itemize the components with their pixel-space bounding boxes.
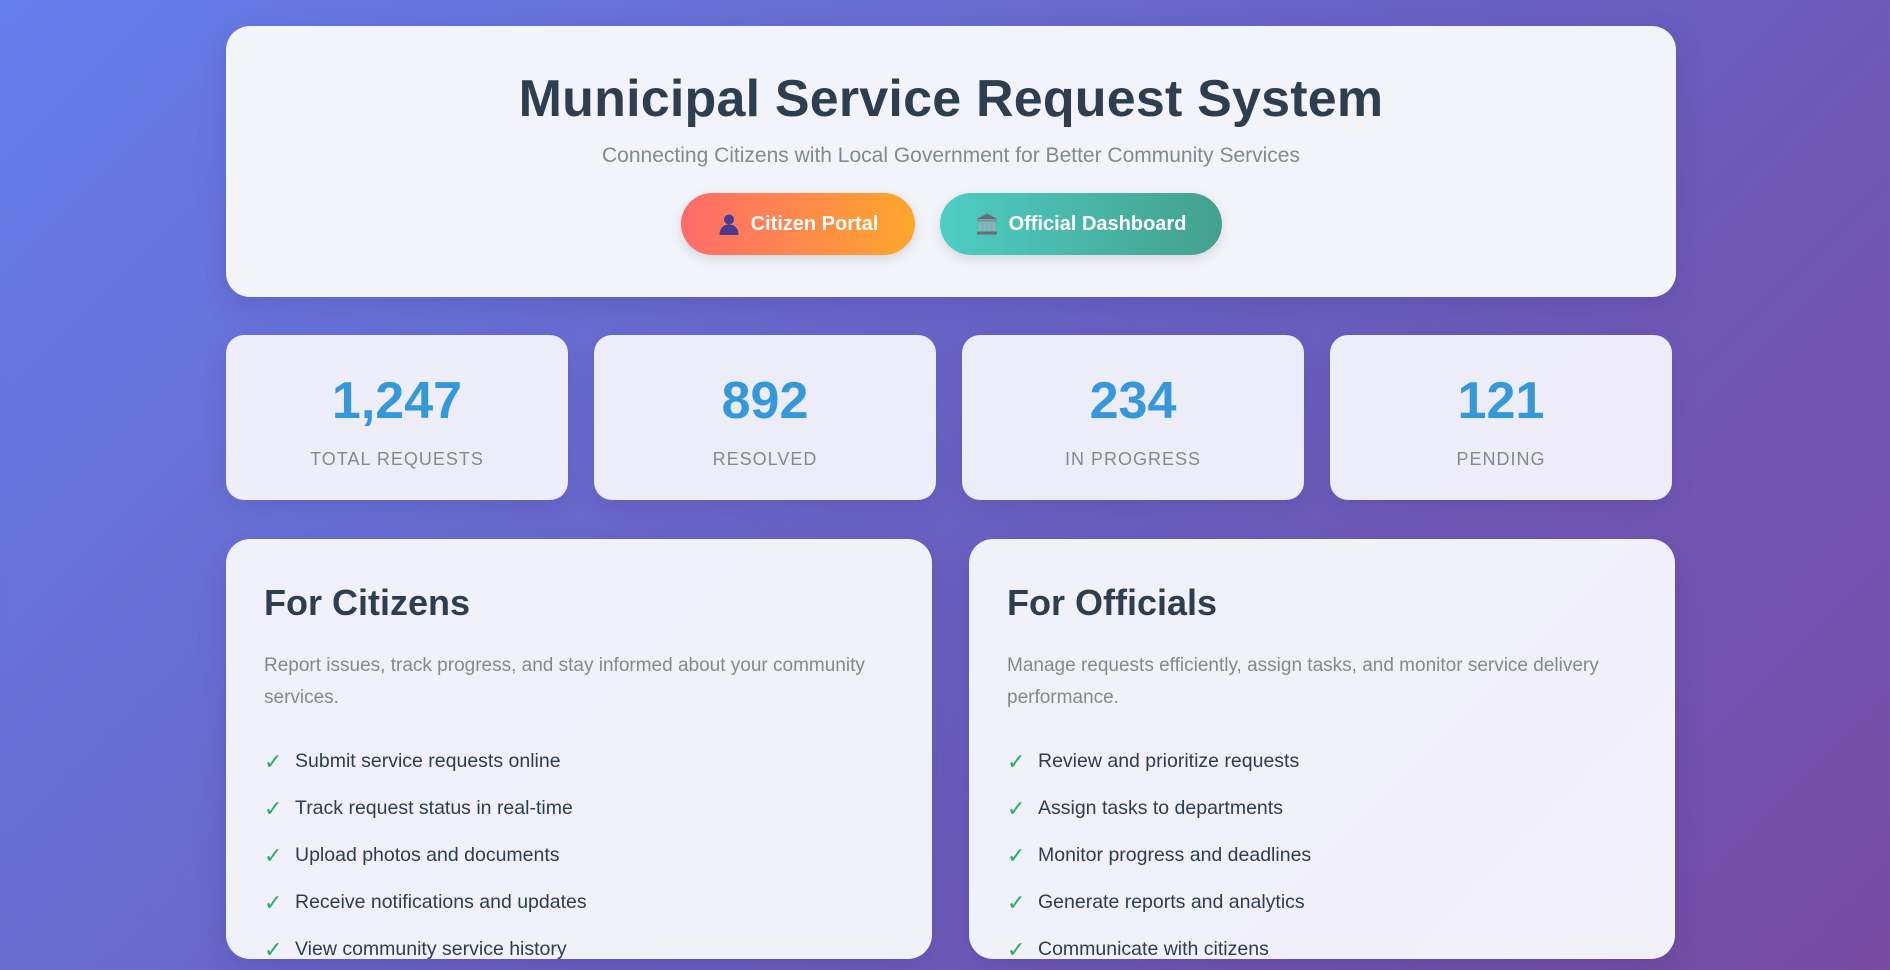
stat-value: 234 xyxy=(1089,372,1177,430)
check-icon: ✓ xyxy=(264,842,283,868)
list-item: ✓ Receive notifications and updates xyxy=(264,879,894,926)
list-item: ✓ View community service history xyxy=(264,926,894,970)
check-icon: ✓ xyxy=(264,889,283,915)
stats-row: 1,247 Total Requests 892 Resolved 234 In… xyxy=(226,335,1676,500)
official-dashboard-label: Official Dashboard xyxy=(1008,212,1187,235)
list-item: ✓ Communicate with citizens xyxy=(1007,926,1637,970)
check-icon: ✓ xyxy=(1007,889,1026,915)
check-icon: ✓ xyxy=(1007,842,1026,868)
officials-card-description: Manage requests efficiently, assign task… xyxy=(1007,655,1599,709)
officials-feature-list: ✓ Review and prioritize requests ✓ Assign … xyxy=(1007,738,1637,970)
stat-label: Total Requests xyxy=(310,449,484,469)
citizen-portal-button[interactable]: Citizen Portal xyxy=(680,193,915,256)
stat-label: Resolved xyxy=(712,449,818,469)
list-item-label: Track request status in real-time xyxy=(295,797,573,820)
check-icon: ✓ xyxy=(264,936,283,962)
check-icon: ✓ xyxy=(1007,795,1026,821)
citizen-portal-label: Citizen Portal xyxy=(750,212,879,235)
list-item: ✓ Review and prioritize requests xyxy=(1007,738,1637,785)
page-title: Municipal Service Request System xyxy=(518,70,1384,128)
hero-card: Municipal Service Request System Connect… xyxy=(226,26,1676,297)
list-item-label: Communicate with citizens xyxy=(1038,938,1269,961)
check-icon: ✓ xyxy=(264,795,283,821)
list-item: ✓ Assign tasks to departments xyxy=(1007,785,1637,832)
citizens-card-description: Report issues, track progress, and stay … xyxy=(264,655,865,709)
check-icon: ✓ xyxy=(1007,936,1026,962)
stat-card-in-progress: 234 In Progress xyxy=(962,335,1304,500)
check-icon: ✓ xyxy=(264,748,283,774)
stat-label: In Progress xyxy=(1064,449,1202,469)
check-icon: ✓ xyxy=(1007,748,1026,774)
list-item: ✓ Monitor progress and deadlines xyxy=(1007,832,1637,879)
list-item: ✓ Track request status in real-time xyxy=(264,785,894,832)
list-item-label: Receive notifications and updates xyxy=(295,891,587,914)
stat-value: 1,247 xyxy=(331,372,463,430)
list-item: ✓ Submit service requests online xyxy=(264,738,894,785)
person-icon xyxy=(717,212,741,236)
page-container: Municipal Service Request System Connect… xyxy=(226,26,1676,962)
government-building-icon xyxy=(975,212,999,236)
list-item-label: Monitor progress and deadlines xyxy=(1038,844,1312,867)
stat-card-resolved: 892 Resolved xyxy=(594,335,936,500)
citizens-card-title: For Citizens xyxy=(264,582,471,623)
list-item-label: Review and prioritize requests xyxy=(1038,750,1300,773)
stat-value: 892 xyxy=(721,372,809,430)
list-item-label: Generate reports and analytics xyxy=(1038,891,1305,914)
portal-buttons: Citizen Portal Official Dashboard xyxy=(226,193,1676,256)
official-dashboard-button[interactable]: Official Dashboard xyxy=(939,193,1222,256)
page-subtitle: Connecting Citizens with Local Governmen… xyxy=(602,144,1300,168)
officials-card-title: For Officials xyxy=(1007,582,1218,623)
citizens-feature-card: For Citizens Report issues, track progre… xyxy=(226,539,932,962)
officials-feature-card: For Officials Manage requests efficientl… xyxy=(969,539,1675,962)
stat-value: 121 xyxy=(1457,372,1545,430)
stat-label: Pending xyxy=(1456,449,1546,469)
list-item: ✓ Upload photos and documents xyxy=(264,832,894,879)
list-item-label: View community service history xyxy=(295,938,567,961)
citizens-feature-list: ✓ Submit service requests online ✓ Track r… xyxy=(264,738,894,970)
list-item-label: Submit service requests online xyxy=(295,750,561,773)
stat-card-pending: 121 Pending xyxy=(1330,335,1672,500)
list-item: ✓ Generate reports and analytics xyxy=(1007,879,1637,926)
list-item-label: Assign tasks to departments xyxy=(1038,797,1283,820)
features-row: For Citizens Report issues, track progre… xyxy=(226,539,1676,962)
stat-card-total-requests: 1,247 Total Requests xyxy=(226,335,568,500)
list-item-label: Upload photos and documents xyxy=(295,844,560,867)
